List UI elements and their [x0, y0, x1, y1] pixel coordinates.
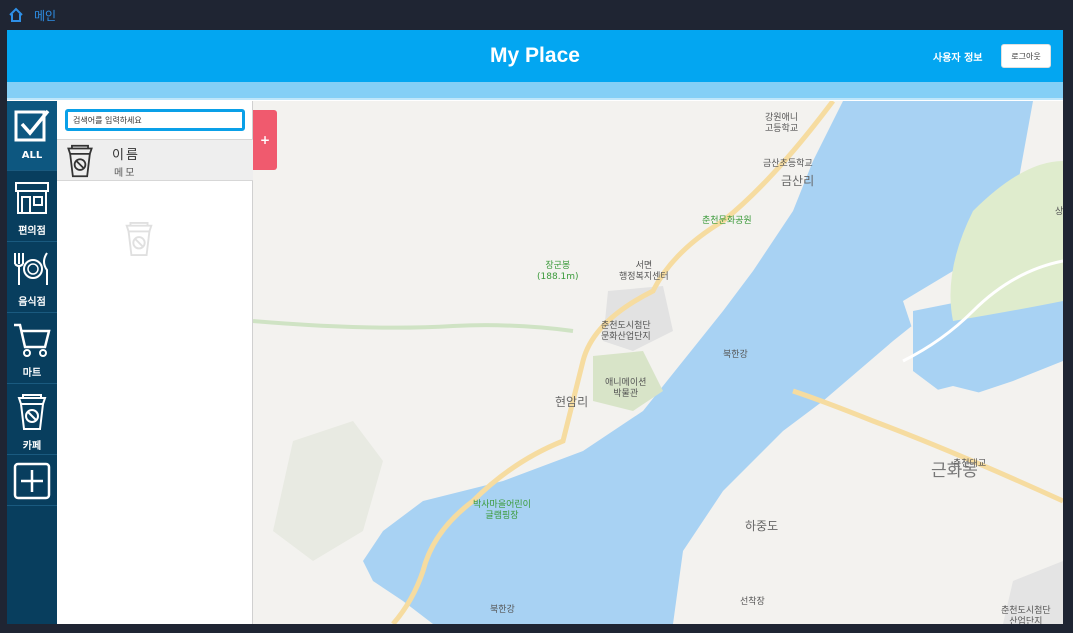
category-label: ALL [21, 150, 43, 161]
search-input[interactable] [65, 109, 245, 131]
map-label: 금산리 [781, 174, 815, 188]
map-canvas [253, 101, 1063, 624]
add-category-button[interactable] [7, 456, 57, 506]
category-label: 카페 [22, 441, 42, 452]
category-mart[interactable]: 마트 [7, 314, 57, 384]
top-nav: 메인 [0, 0, 1073, 30]
item-name: 이름 [112, 148, 140, 163]
app-window: My Place 사용자 정보 로그아웃 ALL 편의점 음식점 마트 카페 검… [7, 30, 1063, 624]
cafe-cup-icon [63, 142, 97, 184]
category-label: 편의점 [18, 226, 46, 237]
list-item[interactable]: 이름 메모 [57, 139, 253, 181]
category-cafe[interactable]: 카페 [7, 385, 57, 455]
map-label: 춘천문화공원 [702, 216, 752, 226]
map-label: 춘천도시첨단 산업단지 [1001, 606, 1051, 624]
map-label: 박사마을어린이 글램핑장 [473, 500, 531, 521]
add-category-icon [12, 461, 52, 505]
item-memo: 메모 [114, 168, 137, 179]
category-convenience[interactable]: 편의점 [7, 172, 57, 242]
map-view[interactable]: 강원애니 고등학교 금산초등학교 금산리 춘천문화공원 장군봉 (188.1m)… [253, 101, 1063, 624]
place-list-panel: 이름 메모 [57, 101, 253, 624]
home-link[interactable]: 메인 [34, 7, 56, 24]
cart-icon [12, 321, 52, 363]
checkbox-icon [13, 107, 51, 149]
home-icon[interactable] [8, 7, 24, 23]
sub-bar [7, 82, 1063, 100]
map-label: 북한강 [490, 605, 515, 615]
cafe-cup-icon [121, 219, 157, 263]
map-label: 애니메이션 박물관 [605, 378, 647, 399]
category-label: 음식점 [18, 297, 46, 308]
user-info-link[interactable]: 사용자 정보 [933, 49, 982, 64]
map-label: 상 [1055, 207, 1063, 217]
category-sidebar: ALL 편의점 음식점 마트 카페 [7, 101, 57, 624]
map-label: 근화동 [931, 461, 978, 481]
category-all[interactable]: ALL [7, 101, 57, 171]
category-restaurant[interactable]: 음식점 [7, 243, 57, 313]
cafe-cup-icon [13, 392, 51, 436]
map-label: 서면 행정복지센터 [619, 261, 669, 282]
map-label: 금산초등학교 [763, 159, 813, 169]
page-title: My Place [490, 44, 580, 67]
map-label: 하중도 [745, 519, 779, 533]
utensils-icon [11, 250, 53, 292]
map-label: 북한강 [723, 350, 748, 360]
logout-button[interactable]: 로그아웃 [1001, 44, 1051, 68]
map-label: 장군봉 (188.1m) [537, 261, 579, 282]
map-label: 현암리 [555, 395, 589, 409]
map-label: 춘천도시첨단 문화산업단지 [601, 321, 651, 342]
map-label: 선착장 [740, 597, 765, 607]
category-label: 마트 [22, 368, 42, 379]
add-place-button[interactable]: + [253, 110, 277, 170]
map-label: 강원애니 고등학교 [765, 113, 799, 134]
app-header: My Place 사용자 정보 로그아웃 [7, 30, 1063, 82]
store-icon [13, 179, 51, 221]
